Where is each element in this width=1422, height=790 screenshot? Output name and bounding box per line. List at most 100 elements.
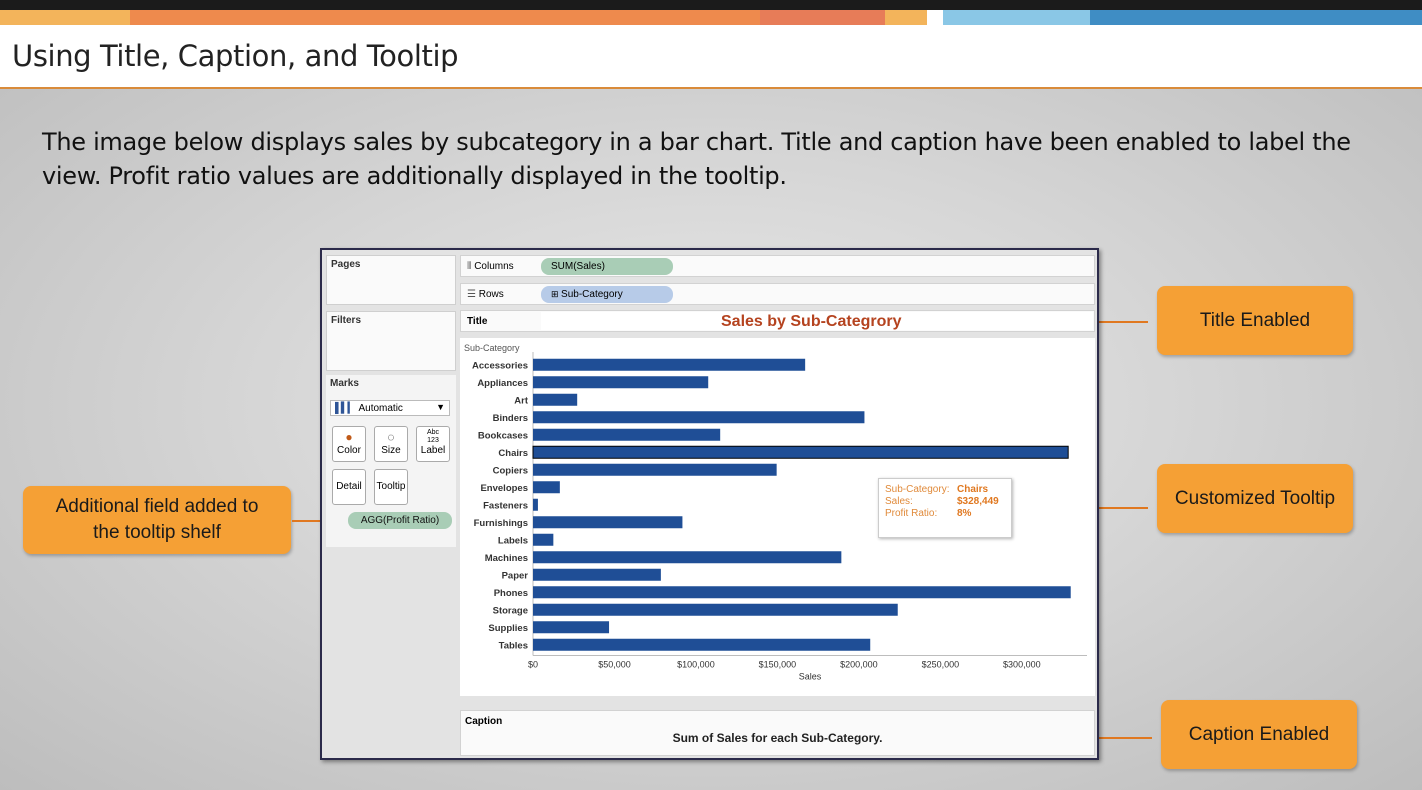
category-label: Chairs xyxy=(498,448,528,459)
bar xyxy=(533,551,842,564)
category-label: Accessories xyxy=(472,360,528,371)
tooltip-value-sales: $328,449 xyxy=(957,496,999,507)
bar xyxy=(533,586,1071,599)
chevron-down-icon: ▼ xyxy=(436,402,445,412)
x-tick-label: $250,000 xyxy=(922,660,960,670)
intro-text: The image below displays sales by subcat… xyxy=(42,128,1351,190)
row-header-label: Sub-Category xyxy=(464,343,520,353)
bar xyxy=(533,621,610,634)
bar xyxy=(533,638,871,651)
size-button[interactable]: ◌ Size xyxy=(374,426,408,462)
x-axis-label: Sales xyxy=(799,672,822,682)
label-icon-line2: 123 xyxy=(427,437,439,444)
tooltip-key-profit-ratio: Profit Ratio: xyxy=(885,508,938,519)
callout-customized-tooltip: Customized Tooltip xyxy=(1157,464,1353,533)
label-button[interactable]: Abc 123 Label xyxy=(416,426,450,462)
filters-card-title: Filters xyxy=(331,315,362,326)
color-button[interactable]: ● Color xyxy=(332,426,366,462)
caption-text: Sum of Sales for each Sub-Category. xyxy=(672,731,883,745)
pages-card[interactable]: Pages xyxy=(326,255,456,305)
category-label: Machines xyxy=(485,553,528,564)
title-box: Sales by Sub-Categrory xyxy=(541,312,1093,330)
tableau-worksheet: Pages Filters Marks ▌▍▎ Automatic ▼ ● Co… xyxy=(320,248,1099,760)
bar xyxy=(533,533,554,546)
bar xyxy=(533,568,661,581)
label-icon: Abc 123 xyxy=(417,427,449,445)
category-label: Bookcases xyxy=(478,430,528,441)
x-tick-label: $50,000 xyxy=(598,660,631,670)
columns-shelf[interactable]: ⦀ Columns SUM(Sales) xyxy=(460,255,1095,277)
category-label: Copiers xyxy=(493,465,528,476)
tooltip-key-sales: Sales: xyxy=(885,496,913,507)
caption-bar[interactable]: Caption Sum of Sales for each Sub-Catego… xyxy=(460,710,1095,756)
detail-button[interactable]: Detail xyxy=(332,469,366,505)
tooltip-key-subcategory: Sub-Category: xyxy=(885,484,950,495)
stripe-segment xyxy=(0,10,130,25)
x-tick-label: $0 xyxy=(528,660,538,670)
bar xyxy=(533,463,777,476)
tooltip-button[interactable]: Tooltip xyxy=(374,469,408,505)
bar xyxy=(533,516,683,529)
stripe-segment xyxy=(1090,10,1422,25)
detail-button-label: Detail xyxy=(336,481,362,492)
x-tick-label: $200,000 xyxy=(840,660,878,670)
stripe-segment xyxy=(760,10,885,25)
pages-card-title: Pages xyxy=(331,259,361,270)
columns-shelf-label: ⦀ Columns xyxy=(467,261,514,272)
caption-label: Caption xyxy=(465,716,503,727)
tooltip-shelf-pill[interactable]: AGG(Profit Ratio) xyxy=(348,512,452,529)
category-label: Storage xyxy=(493,605,528,616)
category-label: Supplies xyxy=(488,623,528,634)
mark-type-dropdown[interactable]: ▌▍▎ Automatic ▼ xyxy=(330,400,450,416)
bar xyxy=(533,498,538,511)
tooltip-button-label: Tooltip xyxy=(376,481,406,492)
chart-tooltip: Sub-Category: Chairs Sales: $328,449 Profi… xyxy=(878,478,1012,538)
rows-pill[interactable]: ⊞ Sub-Category xyxy=(541,286,673,303)
size-button-label: Size xyxy=(381,445,401,456)
category-label: Envelopes xyxy=(480,483,528,494)
rows-label-text: Rows xyxy=(478,289,504,300)
tooltip-shelf-pill-label: AGG(Profit Ratio) xyxy=(360,515,440,526)
stripe-segment xyxy=(885,10,927,25)
category-label: Tables xyxy=(499,640,528,651)
filters-card[interactable]: Filters xyxy=(326,311,456,371)
callout-additional-field-line1: Additional field added to xyxy=(55,496,259,517)
slide-header: Using Title, Caption, and Tooltip xyxy=(0,25,1422,88)
category-label: Binders xyxy=(493,413,528,424)
rows-shelf[interactable]: ☰ Rows ⊞ Sub-Category xyxy=(460,283,1095,305)
bar xyxy=(533,481,560,494)
tooltip-value-profit-ratio: 8% xyxy=(957,508,972,519)
category-label: Labels xyxy=(498,535,528,546)
rows-pill-label: Sub-Category xyxy=(561,289,623,300)
callout-customized-tooltip-text: Customized Tooltip xyxy=(1174,487,1336,509)
chart-title: Sales by Sub-Categrory xyxy=(721,313,902,330)
callout-title-enabled: Title Enabled xyxy=(1157,286,1353,355)
x-tick-label: $100,000 xyxy=(677,660,715,670)
columns-label-text: Columns xyxy=(474,261,514,272)
label-button-label: Label xyxy=(420,445,446,456)
callout-title-enabled-text: Title Enabled xyxy=(1199,309,1311,331)
columns-pill[interactable]: SUM(Sales) xyxy=(541,258,673,275)
bar xyxy=(533,393,578,406)
category-label: Art xyxy=(514,395,529,406)
category-label: Phones xyxy=(494,588,528,599)
columns-pill-label: SUM(Sales) xyxy=(551,261,605,272)
stripe-segment xyxy=(927,10,943,25)
title-label: Title xyxy=(467,316,488,327)
color-icon: ● xyxy=(345,430,353,444)
color-button-label: Color xyxy=(337,445,361,456)
callout-additional-field: Additional field added to the tooltip sh… xyxy=(23,486,291,554)
tooltip-value-subcategory: Chairs xyxy=(957,484,989,495)
stripe-segment xyxy=(130,10,760,25)
bar xyxy=(533,376,709,389)
category-label: Paper xyxy=(502,570,529,581)
worksheet-title-bar[interactable]: Title Sales by Sub-Categrory xyxy=(460,310,1095,332)
callout-additional-field-line2: the tooltip shelf xyxy=(93,522,221,543)
x-tick-label: $300,000 xyxy=(1003,660,1041,670)
category-label: Fasteners xyxy=(483,500,528,511)
rows-shelf-label: ☰ Rows xyxy=(467,289,504,300)
category-label: Appliances xyxy=(477,378,528,389)
bar xyxy=(533,358,806,371)
bar xyxy=(533,411,865,424)
bar xyxy=(532,445,1069,459)
